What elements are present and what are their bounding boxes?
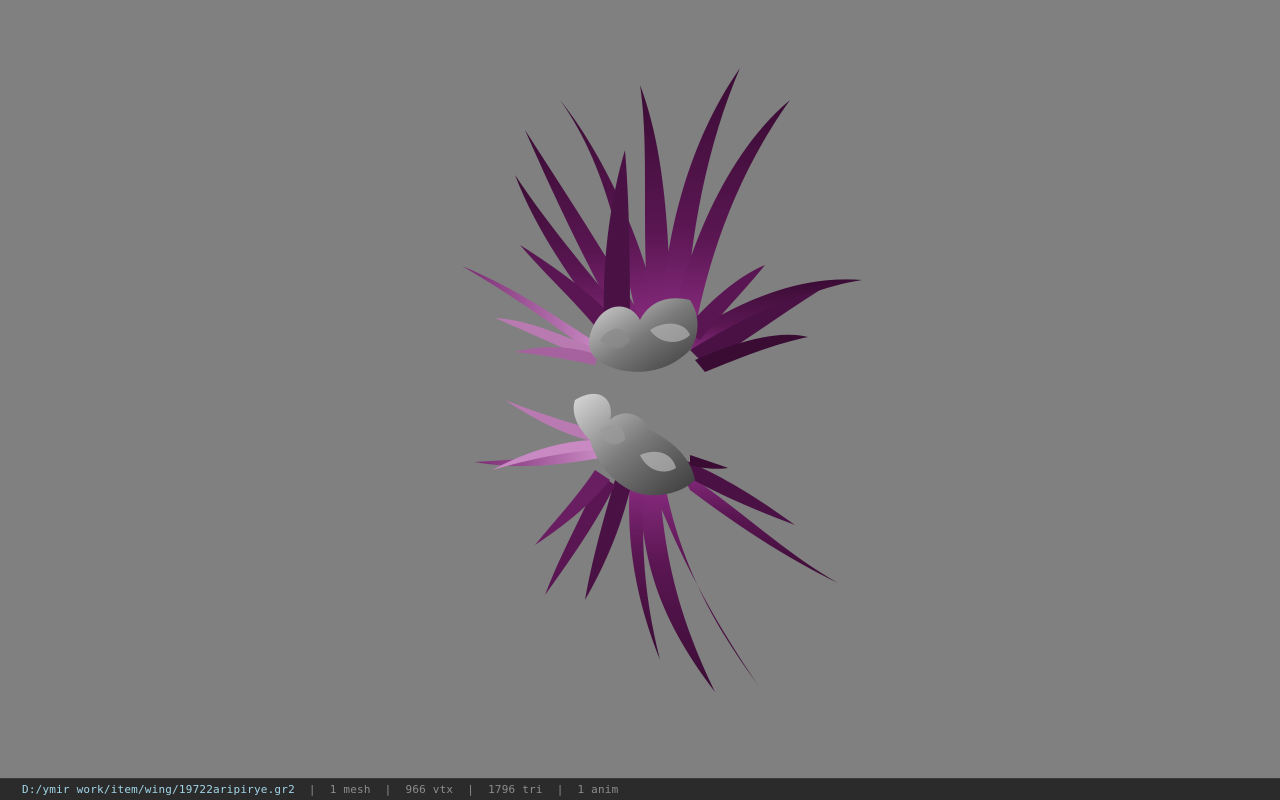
file-path: D:/ymir work/item/wing/19722aripirye.gr2 — [22, 783, 295, 796]
3d-viewport[interactable] — [0, 0, 1280, 778]
lower-wing — [474, 393, 838, 692]
upper-wing — [462, 68, 862, 372]
separator: | — [308, 783, 316, 796]
separator: | — [467, 783, 475, 796]
triangle-count: 1796 tri — [488, 783, 543, 796]
vertex-count: 966 vtx — [405, 783, 454, 796]
separator: | — [556, 783, 564, 796]
separator: | — [384, 783, 392, 796]
anim-count: 1 anim — [577, 783, 619, 796]
mesh-count: 1 mesh — [329, 783, 371, 796]
status-bar: D:/ymir work/item/wing/19722aripirye.gr2… — [0, 778, 1280, 800]
wing-model[interactable] — [0, 0, 1280, 778]
